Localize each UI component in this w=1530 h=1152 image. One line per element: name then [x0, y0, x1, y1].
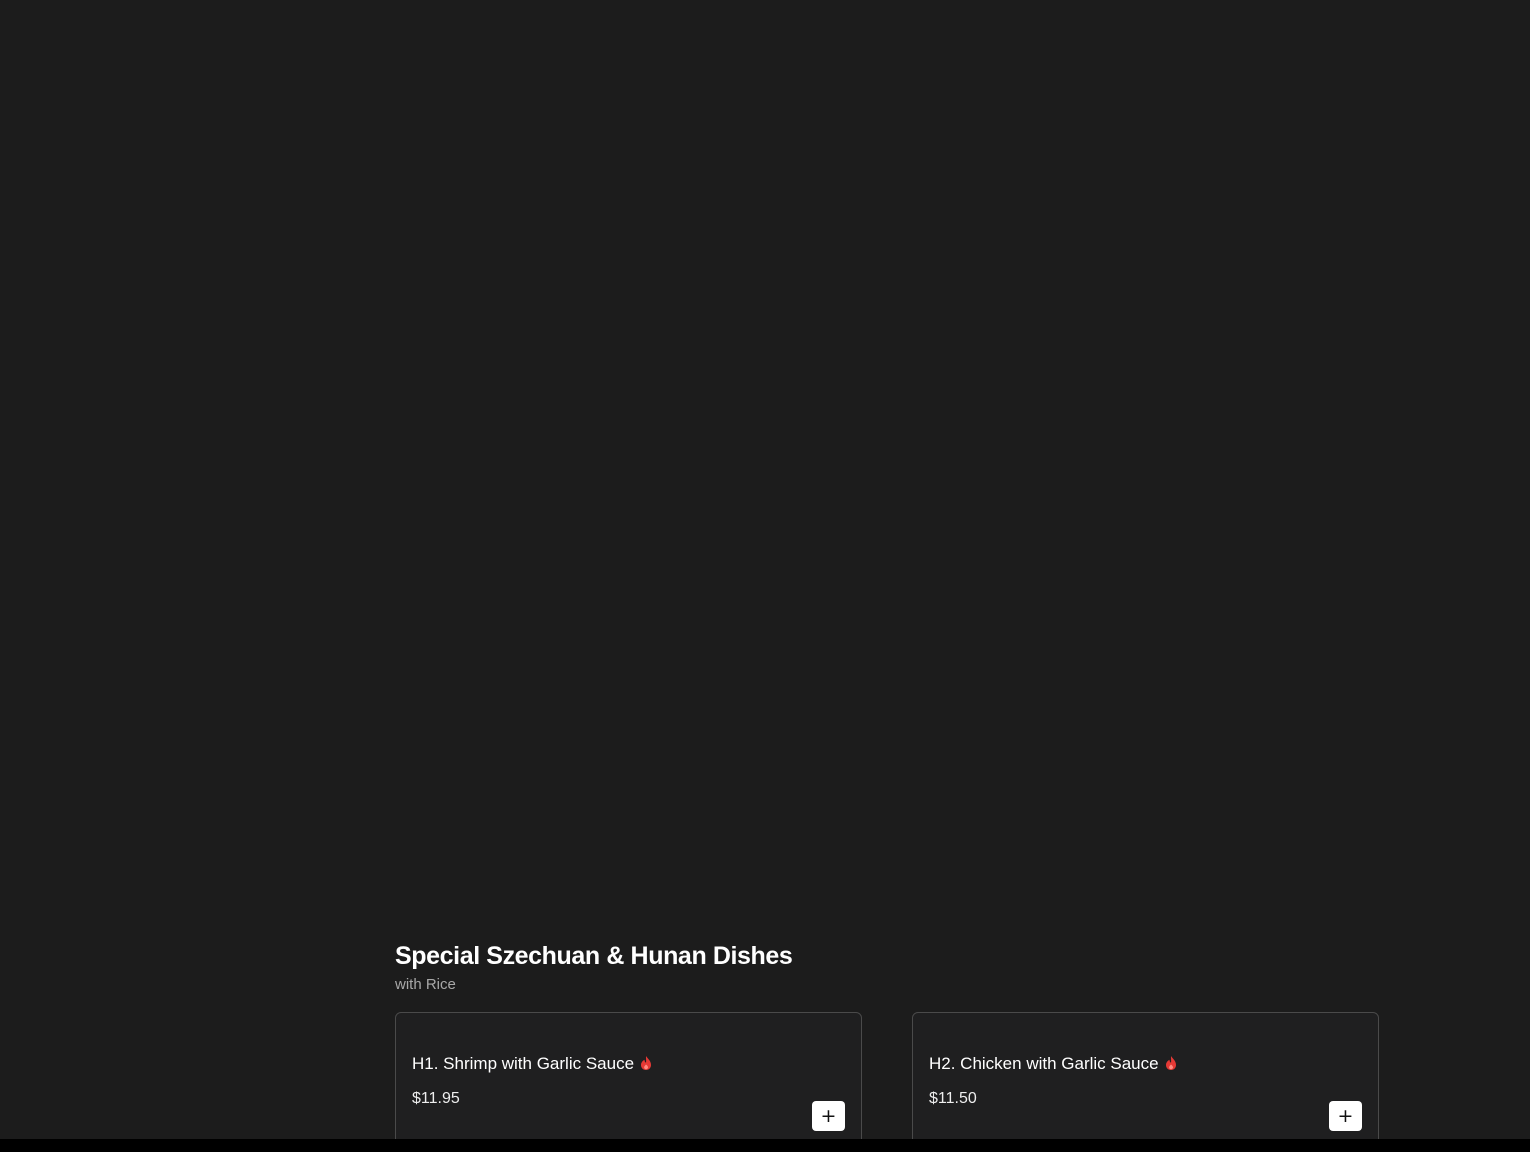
- bottom-edge: [0, 1139, 1530, 1152]
- section-subtitle: with Rice: [395, 976, 456, 993]
- menu-item-card[interactable]: H2. Chicken with Garlic Sauce $11.50 +: [912, 1012, 1379, 1152]
- menu-section: Special Szechuan & Hunan Dishes with Ric…: [395, 940, 1381, 1152]
- menu-item-name: H2. Chicken with Garlic Sauce: [929, 1054, 1159, 1073]
- menu-item-card[interactable]: H1. Shrimp with Garlic Sauce $11.95 +: [395, 1012, 862, 1152]
- menu-item-name-container: H1. Shrimp with Garlic Sauce: [412, 1053, 652, 1075]
- flame-icon: [641, 1056, 652, 1070]
- flame-icon: [1165, 1056, 1176, 1070]
- menu-items-grid: H1. Shrimp with Garlic Sauce $11.95 + H2…: [395, 1012, 1381, 1152]
- menu-page: Special Szechuan & Hunan Dishes with Ric…: [0, 0, 1530, 1152]
- add-to-cart-button[interactable]: +: [812, 1101, 845, 1131]
- menu-item-name: H1. Shrimp with Garlic Sauce: [412, 1054, 635, 1073]
- section-title: Special Szechuan & Hunan Dishes: [395, 942, 793, 970]
- menu-item-price: $11.50: [929, 1090, 977, 1107]
- hero-placeholder: [0, 0, 1530, 930]
- menu-item-price: $11.95: [412, 1090, 460, 1107]
- menu-item-name-container: H2. Chicken with Garlic Sauce: [929, 1053, 1177, 1075]
- add-to-cart-button[interactable]: +: [1329, 1101, 1362, 1131]
